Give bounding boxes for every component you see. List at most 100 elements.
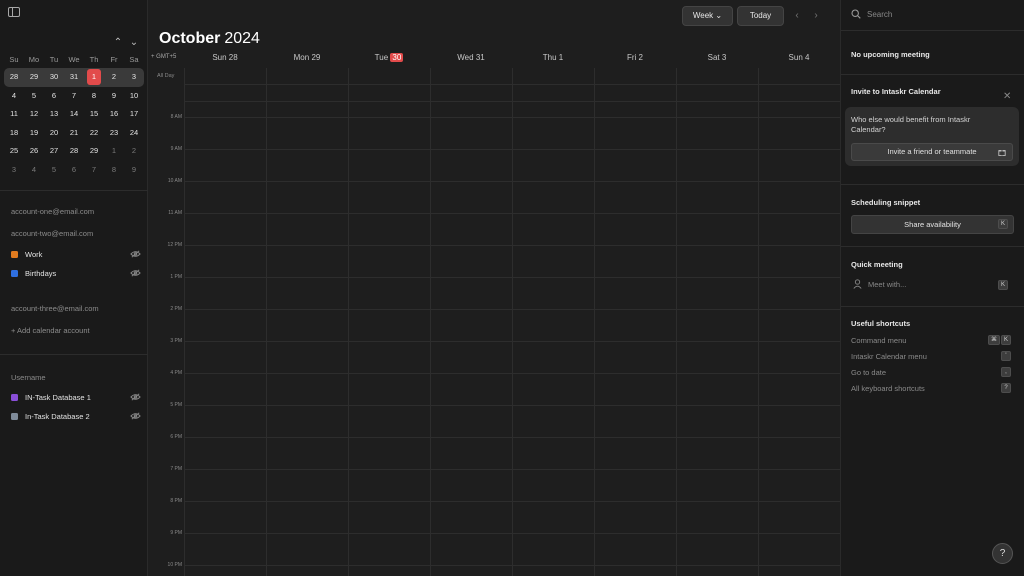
eye-off-icon[interactable] — [130, 412, 141, 420]
time-grid[interactable] — [184, 68, 841, 576]
day-column-line — [594, 68, 595, 576]
mini-calendar-day[interactable]: 16 — [104, 106, 124, 122]
calendar-item-work[interactable]: Work — [11, 248, 141, 260]
prev-week-arrow-icon[interactable]: ‹ — [792, 10, 802, 21]
today-button[interactable]: Today — [737, 6, 784, 26]
mini-calendar-day[interactable]: 18 — [4, 125, 24, 141]
chevron-down-icon[interactable]: ⌄ — [128, 36, 140, 50]
mini-calendar-day[interactable]: 22 — [84, 125, 104, 141]
mini-calendar-day[interactable]: 8 — [104, 162, 124, 178]
shortcut-row[interactable]: Command menu — [851, 336, 906, 345]
weekday-label: Sa — [129, 55, 139, 64]
shortcut-key: ? — [1001, 383, 1011, 393]
mini-calendar-day[interactable]: 4 — [4, 88, 24, 104]
view-select-button[interactable]: Week ⌄ — [682, 6, 733, 26]
mini-calendar-day[interactable]: 31 — [64, 69, 84, 85]
mini-calendar-day[interactable]: 15 — [84, 106, 104, 122]
mini-calendar-day[interactable]: 7 — [84, 162, 104, 178]
search-icon — [851, 9, 861, 19]
timezone-label[interactable]: + GMT+5 — [151, 54, 176, 60]
mini-calendar-week: 28 29 30 31 1 2 3 — [4, 68, 144, 87]
day-header-thu[interactable]: Thu 1 — [512, 53, 594, 62]
meet-shortcut-key: K — [998, 280, 1009, 290]
mini-calendar-day[interactable]: 3 — [4, 162, 24, 178]
help-button[interactable]: ? — [992, 543, 1013, 564]
day-header-sat[interactable]: Sat 3 — [676, 53, 758, 62]
mini-calendar-day[interactable]: 19 — [24, 125, 44, 141]
search-placeholder: Search — [867, 9, 893, 19]
sidebar-toggle-icon[interactable] — [8, 7, 20, 17]
mini-calendar-day[interactable]: 25 — [4, 143, 24, 159]
hour-line — [184, 341, 840, 342]
mini-calendar-day[interactable]: 13 — [44, 106, 64, 122]
share-button-label: Share availability — [904, 220, 961, 229]
mini-calendar-day[interactable]: 29 — [84, 143, 104, 159]
eye-off-icon[interactable] — [130, 250, 141, 258]
invite-friend-button[interactable]: Invite a friend or teammate — [851, 143, 1013, 161]
add-calendar-account-link[interactable]: + Add calendar account — [11, 326, 90, 335]
mini-calendar-day[interactable]: 12 — [24, 106, 44, 122]
next-week-arrow-icon[interactable]: › — [811, 10, 821, 21]
search-bar[interactable]: Search — [851, 9, 892, 19]
database-item-1[interactable]: IN-Task Database 1 — [11, 391, 141, 403]
hour-label: 6 PM — [170, 434, 182, 440]
mini-calendar-day[interactable]: 9 — [104, 88, 124, 104]
day-header-tue[interactable]: Tue 30 — [348, 53, 430, 62]
mini-calendar-day[interactable]: 3 — [124, 69, 144, 85]
mini-calendar-day[interactable]: 2 — [124, 143, 144, 159]
hour-label: 4 PM — [170, 370, 182, 376]
mini-calendar-day[interactable]: 27 — [44, 143, 64, 159]
hour-label: 10 PM — [167, 562, 182, 568]
mini-calendar-day[interactable]: 8 — [84, 88, 104, 104]
mini-calendar-day[interactable]: 30 — [44, 69, 64, 85]
mini-calendar-day[interactable]: 11 — [4, 106, 24, 122]
mini-calendar-day[interactable]: 20 — [44, 125, 64, 141]
day-header-fri[interactable]: Fri 2 — [594, 53, 676, 62]
mini-calendar-day[interactable]: 9 — [124, 162, 144, 178]
day-header-sun[interactable]: Sun 28 — [184, 53, 266, 62]
scheduling-snippet-title: Scheduling snippet — [851, 198, 921, 207]
mini-calendar-day[interactable]: 5 — [44, 162, 64, 178]
calendar-item-birthdays[interactable]: Birthdays — [11, 267, 141, 279]
share-availability-button[interactable]: Share availability — [851, 215, 1014, 234]
mini-calendar-day[interactable]: 26 — [24, 143, 44, 159]
chevron-up-icon[interactable]: ⌃ — [112, 36, 124, 50]
mini-calendar-day[interactable]: 5 — [24, 88, 44, 104]
day-number: 31 — [475, 53, 485, 62]
day-header-wed[interactable]: Wed 31 — [430, 53, 512, 62]
shortcut-row[interactable]: Intaskr Calendar menu — [851, 352, 927, 361]
mini-calendar-day[interactable]: 28 — [64, 143, 84, 159]
mini-calendar-today[interactable]: 1 — [87, 69, 101, 86]
mini-calendar-day[interactable]: 6 — [44, 88, 64, 104]
shortcut-row[interactable]: Go to date — [851, 368, 886, 377]
eye-off-icon[interactable] — [130, 393, 141, 401]
day-header-sun[interactable]: Sun 4 — [758, 53, 840, 62]
meet-with-input[interactable]: Meet with... — [853, 279, 906, 289]
close-icon[interactable]: ✕ — [1003, 91, 1011, 102]
database-item-2[interactable]: In-Task Database 2 — [11, 410, 141, 422]
mini-calendar-day[interactable]: 17 — [124, 106, 144, 122]
hour-line — [184, 117, 840, 118]
mini-calendar-day[interactable]: 6 — [64, 162, 84, 178]
mini-calendar-day[interactable]: 24 — [124, 125, 144, 141]
mini-calendar-day[interactable]: 29 — [24, 69, 44, 85]
day-header-mon[interactable]: Mon 29 — [266, 53, 348, 62]
hour-line — [184, 373, 840, 374]
mini-calendar-day[interactable]: 28 — [4, 69, 24, 85]
mini-calendar-day[interactable]: 21 — [64, 125, 84, 141]
mini-calendar-day[interactable]: 14 — [64, 106, 84, 122]
mini-calendar-day[interactable]: 1 — [104, 143, 124, 159]
mini-calendar-day[interactable]: 23 — [104, 125, 124, 141]
shortcut-row[interactable]: All keyboard shortcuts — [851, 384, 925, 393]
day-column-line — [266, 68, 267, 576]
mini-calendar-day[interactable]: 7 — [64, 88, 84, 104]
day-column-line — [430, 68, 431, 576]
quick-meeting-title: Quick meeting — [851, 260, 903, 269]
mini-calendar-day[interactable]: 2 — [104, 69, 124, 85]
hour-label: 2 PM — [170, 306, 182, 312]
eye-off-icon[interactable] — [130, 269, 141, 277]
hour-label: 9 PM — [170, 530, 182, 536]
mini-calendar-day[interactable]: 4 — [24, 162, 44, 178]
birthdays-color-swatch — [11, 269, 18, 277]
mini-calendar-day[interactable]: 10 — [124, 88, 144, 104]
